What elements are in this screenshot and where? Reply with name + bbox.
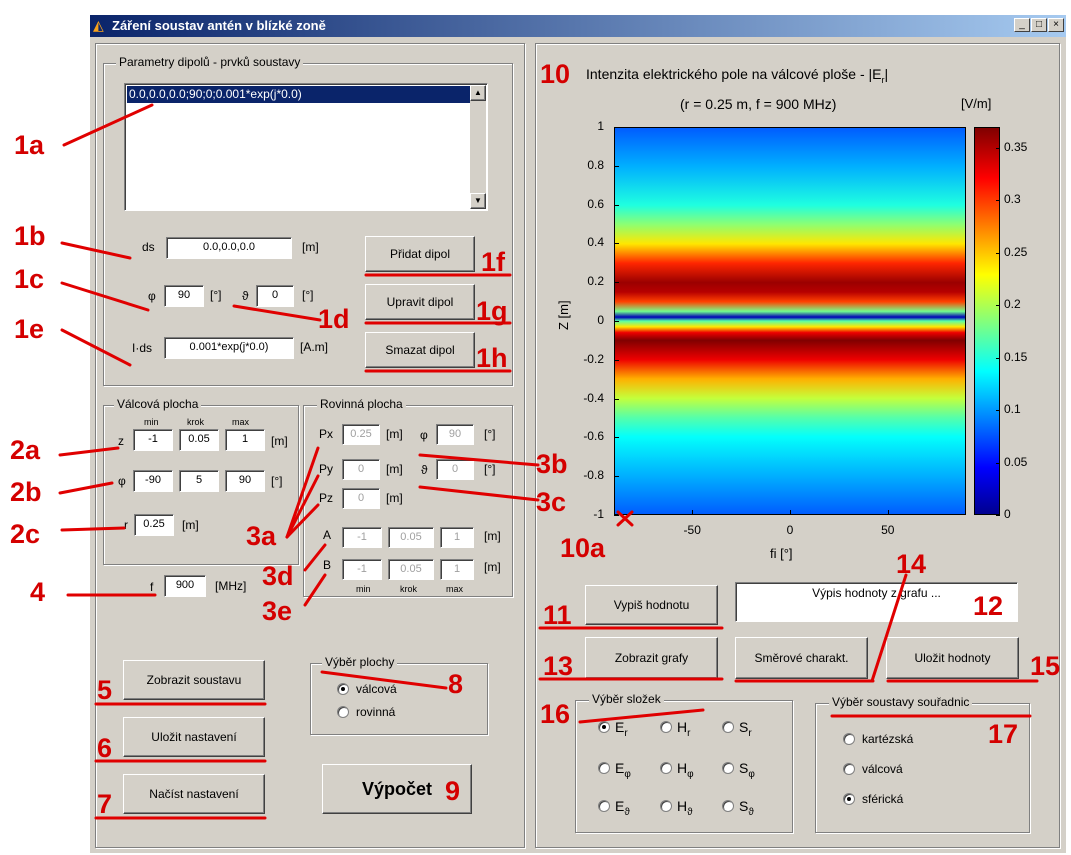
annotation-1f: 1f <box>481 247 506 277</box>
annotation-16: 16 <box>540 699 571 729</box>
annotation-2b: 2b <box>10 477 42 507</box>
annotation-1e: 1e <box>14 314 45 344</box>
annotation-1d: 1d <box>318 304 350 334</box>
annotation-4: 4 <box>30 577 46 607</box>
annotation-10: 10 <box>540 59 571 89</box>
annotation-10a: 10a <box>560 533 606 563</box>
annotation-1h: 1h <box>476 343 508 373</box>
annotation-8: 8 <box>448 669 464 699</box>
annotation-5: 5 <box>97 675 113 705</box>
annotation-1b: 1b <box>14 221 46 251</box>
annotation-15: 15 <box>1030 651 1061 681</box>
annotation-3e: 3e <box>262 596 293 626</box>
annotation-11: 11 <box>543 600 572 630</box>
annotation-3c: 3c <box>536 487 567 517</box>
annotation-7: 7 <box>97 789 113 819</box>
annotation-2c: 2c <box>10 519 41 549</box>
annotation-13: 13 <box>543 651 574 681</box>
annotation-1a: 1a <box>14 130 45 160</box>
annotation-1g: 1g <box>476 296 508 326</box>
annotation-14: 14 <box>896 549 927 579</box>
annotation-3d: 3d <box>262 561 294 591</box>
annotation-1c: 1c <box>14 264 45 294</box>
annotation-2a: 2a <box>10 435 41 465</box>
annotation-12: 12 <box>973 591 1004 621</box>
annotation-9: 9 <box>445 776 461 806</box>
annotation-6: 6 <box>97 733 113 763</box>
annotation-lines <box>58 103 1039 820</box>
annotation-3b: 3b <box>536 449 568 479</box>
annotation-17: 17 <box>988 719 1019 749</box>
annotation-3a: 3a <box>246 521 277 551</box>
